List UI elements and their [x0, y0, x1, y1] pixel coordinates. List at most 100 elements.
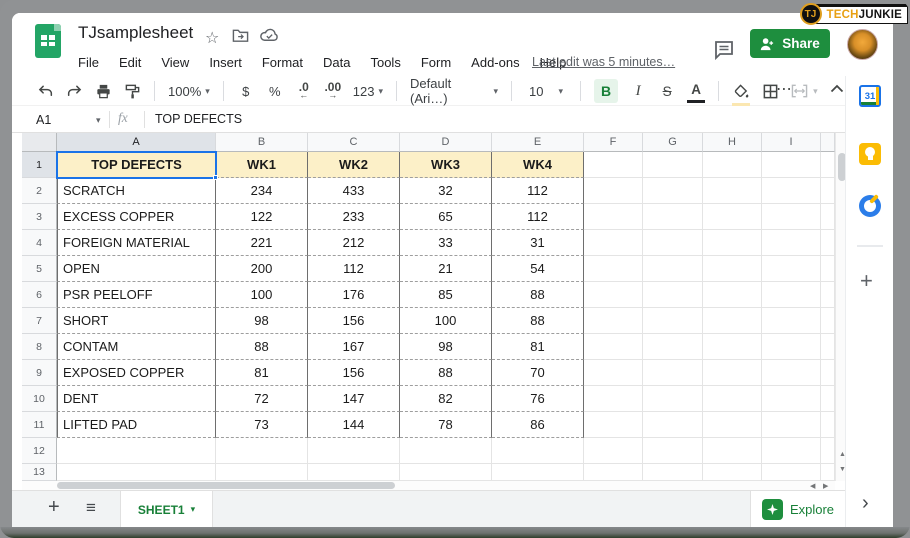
cell-J1[interactable]	[821, 152, 835, 178]
cell-E2[interactable]: 112	[492, 178, 584, 204]
cell-J7[interactable]	[821, 308, 835, 334]
document-title[interactable]: TJsamplesheet	[78, 23, 193, 43]
cell-G10[interactable]	[643, 386, 703, 412]
cell-G3[interactable]	[643, 204, 703, 230]
cell-E3[interactable]: 112	[492, 204, 584, 230]
cell-A7[interactable]: SHORT	[57, 308, 216, 334]
cell-E5[interactable]: 54	[492, 256, 584, 282]
cell-E10[interactable]: 76	[492, 386, 584, 412]
cell-E6[interactable]: 88	[492, 282, 584, 308]
cell-A13[interactable]	[57, 464, 216, 481]
cell-F8[interactable]	[584, 334, 643, 360]
cell-I10[interactable]	[762, 386, 821, 412]
cell-D6[interactable]: 85	[400, 282, 492, 308]
name-box[interactable]: A1	[36, 106, 94, 133]
cell-C7[interactable]: 156	[308, 308, 400, 334]
get-addons-icon[interactable]: +	[860, 268, 873, 294]
tasks-icon[interactable]	[859, 195, 881, 217]
format-currency-button[interactable]: $	[237, 79, 255, 103]
cell-F6[interactable]	[584, 282, 643, 308]
cell-F4[interactable]	[584, 230, 643, 256]
fill-color-button[interactable]	[732, 79, 750, 103]
menu-edit[interactable]: Edit	[119, 55, 141, 70]
column-header-d[interactable]: D	[400, 133, 492, 152]
cell-H6[interactable]	[703, 282, 762, 308]
cell-B12[interactable]	[216, 438, 308, 464]
cell-G8[interactable]	[643, 334, 703, 360]
calendar-icon[interactable]: 31	[859, 85, 881, 107]
cell-A4[interactable]: FOREIGN MATERIAL	[57, 230, 216, 256]
cell-C10[interactable]: 147	[308, 386, 400, 412]
cell-E4[interactable]: 31	[492, 230, 584, 256]
cell-D4[interactable]: 33	[400, 230, 492, 256]
cell-I2[interactable]	[762, 178, 821, 204]
zoom-select[interactable]: 100%▾	[168, 79, 210, 103]
cell-F9[interactable]	[584, 360, 643, 386]
last-edit-link[interactable]: Last edit was 5 minutes…	[532, 55, 675, 69]
cell-G6[interactable]	[643, 282, 703, 308]
cell-A8[interactable]: CONTAM	[57, 334, 216, 360]
cell-B2[interactable]: 234	[216, 178, 308, 204]
cell-C8[interactable]: 167	[308, 334, 400, 360]
row-header-1[interactable]: 1	[22, 152, 57, 178]
cell-D12[interactable]	[400, 438, 492, 464]
menu-data[interactable]: Data	[323, 55, 350, 70]
cell-A3[interactable]: EXCESS COPPER	[57, 204, 216, 230]
cell-J5[interactable]	[821, 256, 835, 282]
cell-C12[interactable]	[308, 438, 400, 464]
cell-G2[interactable]	[643, 178, 703, 204]
column-header-a[interactable]: A	[57, 133, 216, 152]
cell-H8[interactable]	[703, 334, 762, 360]
cloud-status-icon[interactable]	[260, 28, 279, 42]
sheets-logo-icon[interactable]	[35, 24, 61, 58]
select-all-corner[interactable]	[22, 133, 57, 152]
cell-J6[interactable]	[821, 282, 835, 308]
cell-A11[interactable]: LIFTED PAD	[57, 412, 216, 438]
cell-D5[interactable]: 21	[400, 256, 492, 282]
row-header-10[interactable]: 10	[22, 386, 57, 412]
cell-J11[interactable]	[821, 412, 835, 438]
column-header-c[interactable]: C	[308, 133, 400, 152]
cell-H9[interactable]	[703, 360, 762, 386]
cell-G5[interactable]	[643, 256, 703, 282]
cell-C13[interactable]	[308, 464, 400, 481]
cell-B5[interactable]: 200	[216, 256, 308, 282]
cell-F3[interactable]	[584, 204, 643, 230]
scroll-left-icon[interactable]: ◀	[810, 482, 815, 490]
cell-G9[interactable]	[643, 360, 703, 386]
cell-F1[interactable]	[584, 152, 643, 178]
cell-I7[interactable]	[762, 308, 821, 334]
italic-button[interactable]: I	[629, 79, 647, 103]
decrease-decimal-button[interactable]: .0←	[295, 79, 313, 103]
cell-E13[interactable]	[492, 464, 584, 481]
cell-A6[interactable]: PSR PEELOFF	[57, 282, 216, 308]
cell-F10[interactable]	[584, 386, 643, 412]
cell-B10[interactable]: 72	[216, 386, 308, 412]
column-header-f[interactable]: F	[584, 133, 643, 152]
sheet-tab-sheet1[interactable]: SHEET1 ▾	[120, 491, 213, 527]
menu-tools[interactable]: Tools	[370, 55, 400, 70]
more-formats-button[interactable]: 123▾	[353, 79, 383, 103]
cell-H2[interactable]	[703, 178, 762, 204]
cell-G7[interactable]	[643, 308, 703, 334]
cell-D8[interactable]: 98	[400, 334, 492, 360]
formula-input[interactable]: TOP DEFECTS	[155, 112, 242, 126]
move-folder-icon[interactable]	[232, 28, 249, 43]
cell-J10[interactable]	[821, 386, 835, 412]
column-header-stub[interactable]	[821, 133, 835, 152]
cell-F7[interactable]	[584, 308, 643, 334]
cell-C4[interactable]: 212	[308, 230, 400, 256]
cell-A12[interactable]	[57, 438, 216, 464]
row-header-13[interactable]: 13	[22, 464, 57, 481]
undo-icon[interactable]	[36, 79, 54, 103]
cell-H4[interactable]	[703, 230, 762, 256]
cell-F2[interactable]	[584, 178, 643, 204]
cell-C9[interactable]: 156	[308, 360, 400, 386]
expand-panel-icon[interactable]: ›	[862, 492, 869, 515]
collapse-toolbar-icon[interactable]	[830, 84, 844, 93]
cell-I6[interactable]	[762, 282, 821, 308]
cell-I12[interactable]	[762, 438, 821, 464]
row-header-4[interactable]: 4	[22, 230, 57, 256]
cell-G12[interactable]	[643, 438, 703, 464]
cell-H12[interactable]	[703, 438, 762, 464]
